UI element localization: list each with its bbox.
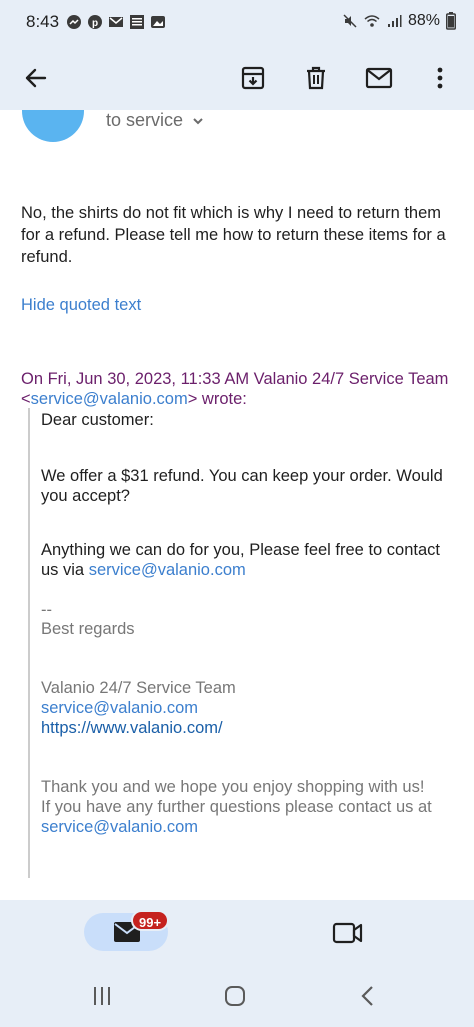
sender-avatar[interactable] [22, 110, 84, 142]
archive-button[interactable] [237, 62, 269, 94]
back-arrow-icon [25, 68, 47, 88]
status-right-icons: 88% [342, 12, 456, 30]
back-icon [361, 986, 373, 1006]
quoted-team: Valanio 24/7 Service Team [41, 679, 236, 697]
quoted-further: If you have any further questions please… [41, 798, 432, 816]
battery-level: 88% [407, 12, 440, 29]
recents-button[interactable] [88, 982, 116, 1010]
gallery-icon [151, 16, 165, 28]
archive-icon [241, 66, 265, 90]
quoted-team-email-link[interactable]: service@valanio.com [41, 698, 451, 718]
quoted-offer: We offer a $31 refund. You can keep your… [41, 467, 443, 505]
mute-icon [343, 14, 357, 28]
quote-header: On Fri, Jun 30, 2023, 11:33 AM Valanio 2… [21, 369, 461, 409]
quote-header-email-link[interactable]: service@valanio.com [31, 390, 188, 408]
wifi-icon [364, 15, 380, 27]
quote-header-suffix: > wrote: [187, 390, 247, 408]
recents-icon [94, 987, 110, 1005]
pinterest-icon: p [88, 15, 102, 29]
trash-icon [307, 66, 325, 90]
quoted-dashes: -- [41, 601, 52, 619]
app-bar [0, 46, 474, 110]
status-bar: 8:43 p 88% [0, 0, 474, 46]
quoted-regards: Best regards [41, 620, 135, 638]
recipient-toggle[interactable]: to service [106, 110, 205, 131]
system-back-button[interactable] [354, 982, 382, 1010]
svg-text:p: p [92, 18, 98, 29]
meet-tab[interactable] [332, 920, 364, 946]
system-nav-bar [0, 982, 474, 1012]
quoted-further-email-link[interactable]: service@valanio.com [41, 817, 451, 837]
status-notification-icons: p [66, 14, 166, 30]
quoted-contact-email-link[interactable]: service@valanio.com [89, 561, 246, 579]
delete-button[interactable] [300, 62, 332, 94]
home-button[interactable] [221, 982, 249, 1010]
messenger-icon [67, 15, 81, 29]
more-options-button[interactable] [424, 62, 456, 94]
weather-channel-icon [130, 15, 144, 29]
mark-unread-button[interactable] [363, 62, 395, 94]
chevron-down-icon [193, 117, 203, 124]
quoted-message: Dear customer: We offer a $31 refund. Yo… [28, 408, 454, 878]
mark-unread-icon [365, 67, 393, 89]
email-content: to service No, the shirts do not fit whi… [0, 110, 474, 900]
home-icon [225, 986, 245, 1006]
quoted-greeting: Dear customer: [41, 411, 154, 429]
battery-icon [446, 12, 456, 30]
mail-badge: 99+ [131, 910, 170, 931]
quoted-website-link[interactable]: https://www.valanio.com/ [41, 718, 451, 738]
status-time: 8:43 [26, 12, 60, 31]
video-icon [332, 922, 363, 944]
back-button[interactable] [20, 62, 52, 94]
hide-quoted-link[interactable]: Hide quoted text [21, 296, 141, 315]
gmail-icon [109, 17, 123, 27]
more-vert-icon [437, 67, 443, 89]
bottom-nav: 99+ [0, 900, 474, 1027]
email-body: No, the shirts do not fit which is why I… [21, 204, 446, 266]
signal-icon [387, 15, 402, 27]
quoted-thanks: Thank you and we hope you enjoy shopping… [41, 778, 425, 796]
recipient-label: to service [106, 110, 184, 130]
quoted-contact: Anything we can do for you, Please feel … [41, 540, 451, 580]
